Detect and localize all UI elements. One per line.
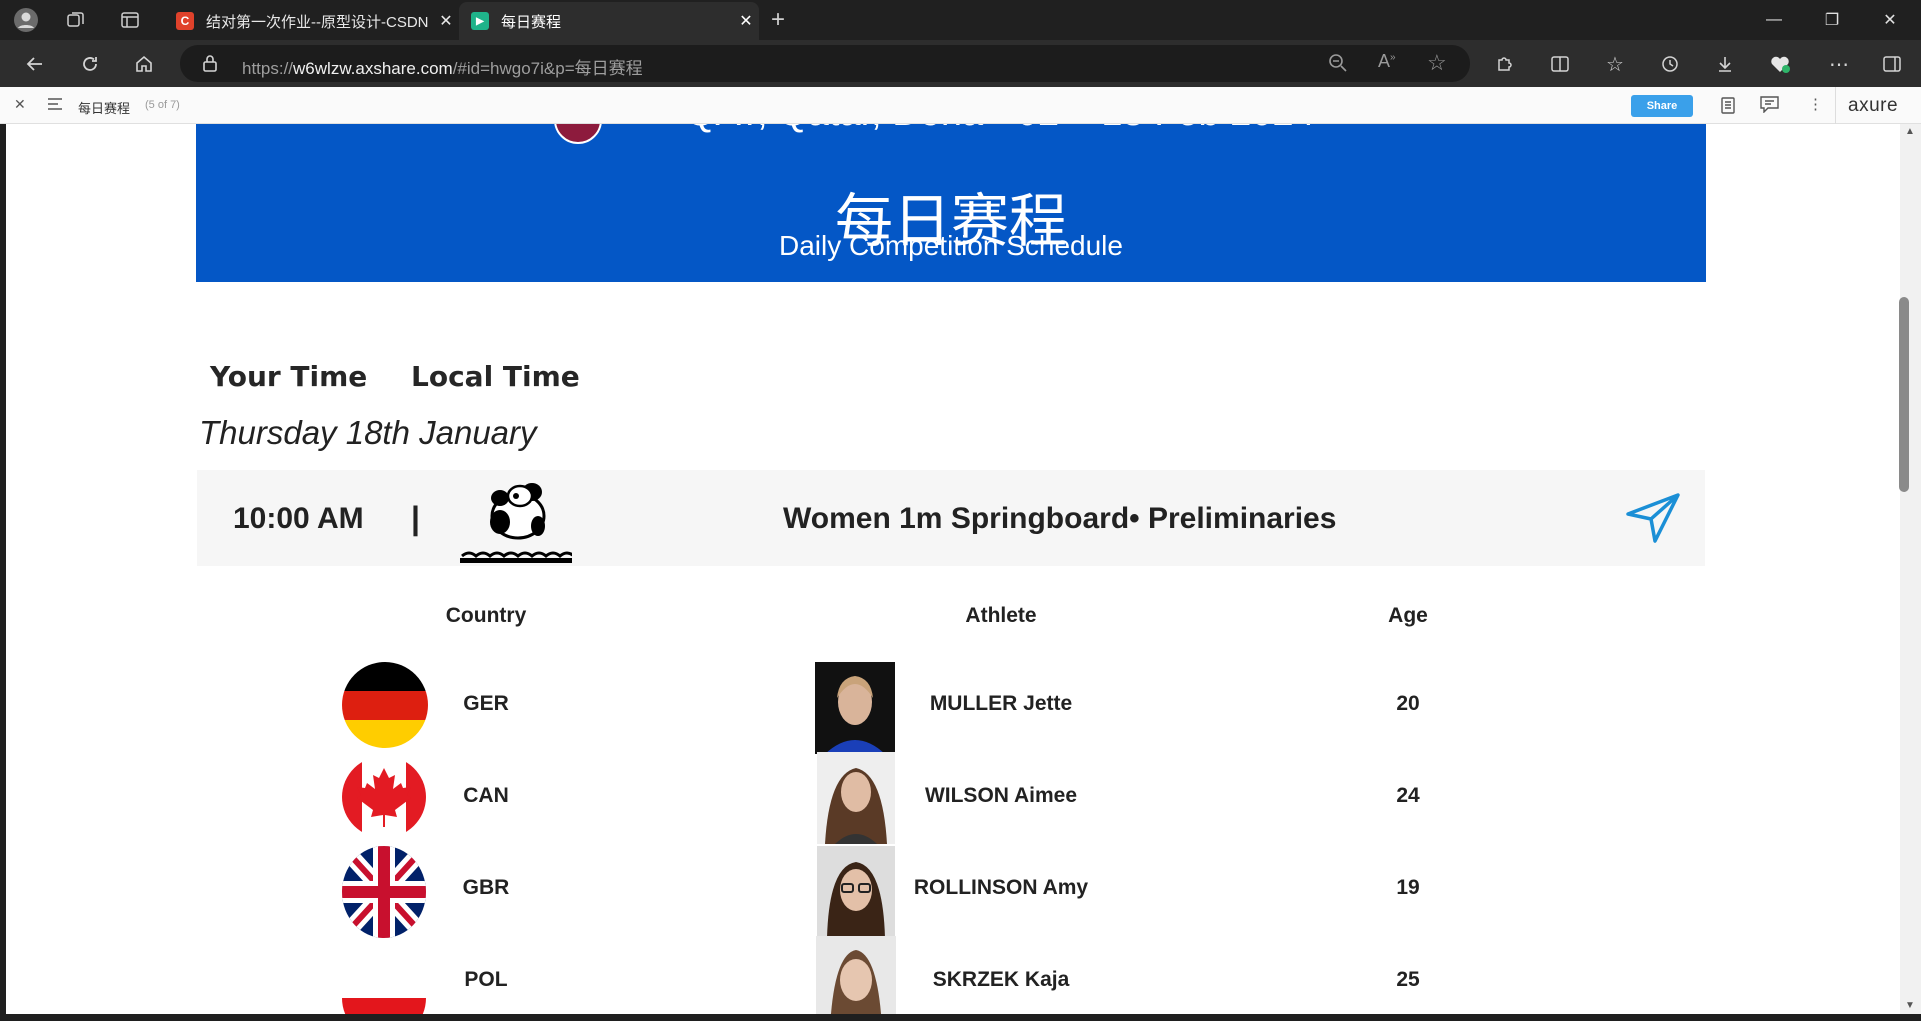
banner-event-info: QAT, Qatar, Doha · 02 – 18 Feb 2024 bbox=[686, 124, 1315, 135]
athlete-name: WILSON Aimee bbox=[924, 784, 1078, 807]
favorites-icon[interactable]: ☆ bbox=[1602, 51, 1628, 77]
zoom-out-icon[interactable] bbox=[1328, 53, 1348, 78]
address-bar[interactable]: https://w6wlzw.axshare.com/#id=hwgo7i&p=… bbox=[180, 45, 1470, 82]
athlete-name: ROLLINSON Amy bbox=[913, 876, 1089, 899]
athlete-photo bbox=[815, 662, 895, 754]
history-icon[interactable] bbox=[1657, 51, 1683, 77]
comments-icon[interactable] bbox=[1760, 96, 1779, 118]
downloads-icon[interactable] bbox=[1712, 51, 1738, 77]
qatar-logo-icon bbox=[554, 124, 602, 144]
athlete-age: 19 bbox=[1396, 876, 1420, 899]
extensions-icon[interactable] bbox=[1492, 51, 1518, 77]
athlete-age: 20 bbox=[1396, 692, 1420, 715]
close-window-icon[interactable]: ✕ bbox=[1862, 0, 1918, 40]
column-header-age: Age bbox=[1388, 604, 1428, 627]
close-tab-icon[interactable]: ✕ bbox=[733, 11, 759, 31]
new-tab-icon[interactable]: + bbox=[766, 6, 790, 33]
schedule-banner: QAT, Qatar, Doha · 02 – 18 Feb 2024 每日赛程… bbox=[196, 124, 1706, 282]
tab-local-time[interactable]: Local Time bbox=[411, 360, 580, 393]
tab-title: 每日赛程 bbox=[501, 13, 562, 31]
table-row[interactable]: CAN WILSON Aimee 24 bbox=[6, 752, 1900, 844]
scroll-up-icon[interactable]: ▲ bbox=[1905, 126, 1915, 137]
browser-essentials-icon[interactable] bbox=[1767, 51, 1793, 77]
event-time: 10:00 AM bbox=[233, 502, 364, 535]
column-header-athlete: Athlete bbox=[965, 604, 1037, 627]
axure-toolbar: ✕ 每日赛程 (5 of 7) Share ⋮ axure bbox=[0, 87, 1921, 124]
country-code: POL bbox=[464, 968, 508, 991]
toolbar-divider bbox=[1835, 87, 1836, 124]
more-menu-icon[interactable]: ⋯ bbox=[1826, 51, 1852, 77]
axure-logo[interactable]: axure bbox=[1848, 95, 1898, 117]
workspaces-icon[interactable] bbox=[64, 8, 88, 32]
read-aloud-icon[interactable]: A» bbox=[1378, 51, 1396, 72]
athlete-name: SKRZEK Kaja bbox=[932, 968, 1070, 991]
country-code: GBR bbox=[462, 876, 510, 899]
athlete-age: 24 bbox=[1396, 784, 1420, 807]
home-icon[interactable] bbox=[131, 51, 157, 77]
close-tab-icon[interactable]: ✕ bbox=[433, 11, 459, 31]
athlete-photo bbox=[816, 936, 896, 1014]
country-code: GER bbox=[463, 692, 509, 715]
address-toolbar: https://w6wlzw.axshare.com/#id=hwgo7i&p=… bbox=[0, 40, 1921, 87]
scrollbar-thumb[interactable] bbox=[1899, 297, 1909, 492]
country-code: CAN bbox=[463, 784, 509, 807]
minimize-icon[interactable]: — bbox=[1746, 0, 1802, 40]
event-title: Women 1m Springboard• Preliminaries bbox=[783, 502, 1337, 535]
prototype-page: QAT, Qatar, Doha · 02 – 18 Feb 2024 每日赛程… bbox=[6, 124, 1900, 1014]
event-row[interactable]: 10:00 AM | Women 1m Springboard• Prelimi… bbox=[197, 470, 1705, 566]
athlete-name: MULLER Jette bbox=[929, 692, 1073, 715]
table-row[interactable]: GER MULLER Jette 20 bbox=[6, 660, 1900, 754]
page-title-en: Daily Competition Schedule bbox=[779, 230, 1123, 261]
table-row[interactable]: POL SKRZEK Kaja 25 bbox=[6, 936, 1900, 1014]
axure-favicon-icon: ▶ bbox=[471, 12, 489, 30]
tab-title: 结对第一次作业--原型设计-CSDN bbox=[206, 13, 429, 31]
date-heading: Thursday 18th January bbox=[199, 414, 537, 451]
more-options-icon[interactable]: ⋮ bbox=[1808, 95, 1823, 113]
refresh-icon[interactable] bbox=[77, 51, 103, 77]
current-page-name: 每日赛程 bbox=[78, 101, 131, 116]
send-icon[interactable] bbox=[1625, 492, 1681, 544]
favorite-star-icon[interactable]: ☆ bbox=[1427, 50, 1447, 76]
profile-avatar-icon[interactable] bbox=[14, 8, 38, 32]
table-row[interactable]: GBR ROLLINSON Amy 19 bbox=[6, 844, 1900, 938]
pages-menu-icon[interactable] bbox=[47, 96, 63, 117]
athlete-age: 25 bbox=[1396, 968, 1420, 991]
csdn-favicon-icon: C bbox=[176, 12, 194, 30]
scroll-down-icon[interactable]: ▼ bbox=[1905, 1000, 1915, 1011]
notes-icon[interactable] bbox=[1720, 97, 1736, 119]
tab-actions-icon[interactable] bbox=[118, 8, 142, 32]
url-text[interactable]: https://w6wlzw.axshare.com/#id=hwgo7i&p=… bbox=[242, 54, 643, 79]
sidebar-toggle-icon[interactable] bbox=[1879, 51, 1905, 77]
page-scrollbar[interactable]: ▲ ▼ bbox=[1900, 124, 1921, 1014]
column-header-country: Country bbox=[445, 604, 527, 627]
lock-icon[interactable] bbox=[202, 54, 218, 77]
page-count: (5 of 7) bbox=[145, 99, 180, 111]
athlete-photo bbox=[817, 752, 895, 844]
browser-title-bar: C 结对第一次作业--原型设计-CSDN ✕ ▶ 每日赛程 ✕ + — ❐ ✕ bbox=[0, 0, 1921, 40]
restore-icon[interactable]: ❐ bbox=[1804, 0, 1860, 40]
panda-diving-icon bbox=[460, 483, 572, 563]
split-screen-icon[interactable] bbox=[1547, 51, 1573, 77]
share-button[interactable]: Share bbox=[1631, 95, 1693, 117]
back-arrow-icon[interactable] bbox=[22, 51, 48, 77]
close-panel-icon[interactable]: ✕ bbox=[14, 96, 26, 113]
tab-daily-schedule[interactable]: ▶ 每日赛程 ✕ bbox=[459, 2, 759, 40]
tab-csdn[interactable]: C 结对第一次作业--原型设计-CSDN ✕ bbox=[164, 2, 459, 40]
tab-your-time[interactable]: Your Time bbox=[210, 360, 367, 393]
athlete-photo bbox=[817, 846, 895, 938]
event-separator: | bbox=[411, 500, 420, 536]
